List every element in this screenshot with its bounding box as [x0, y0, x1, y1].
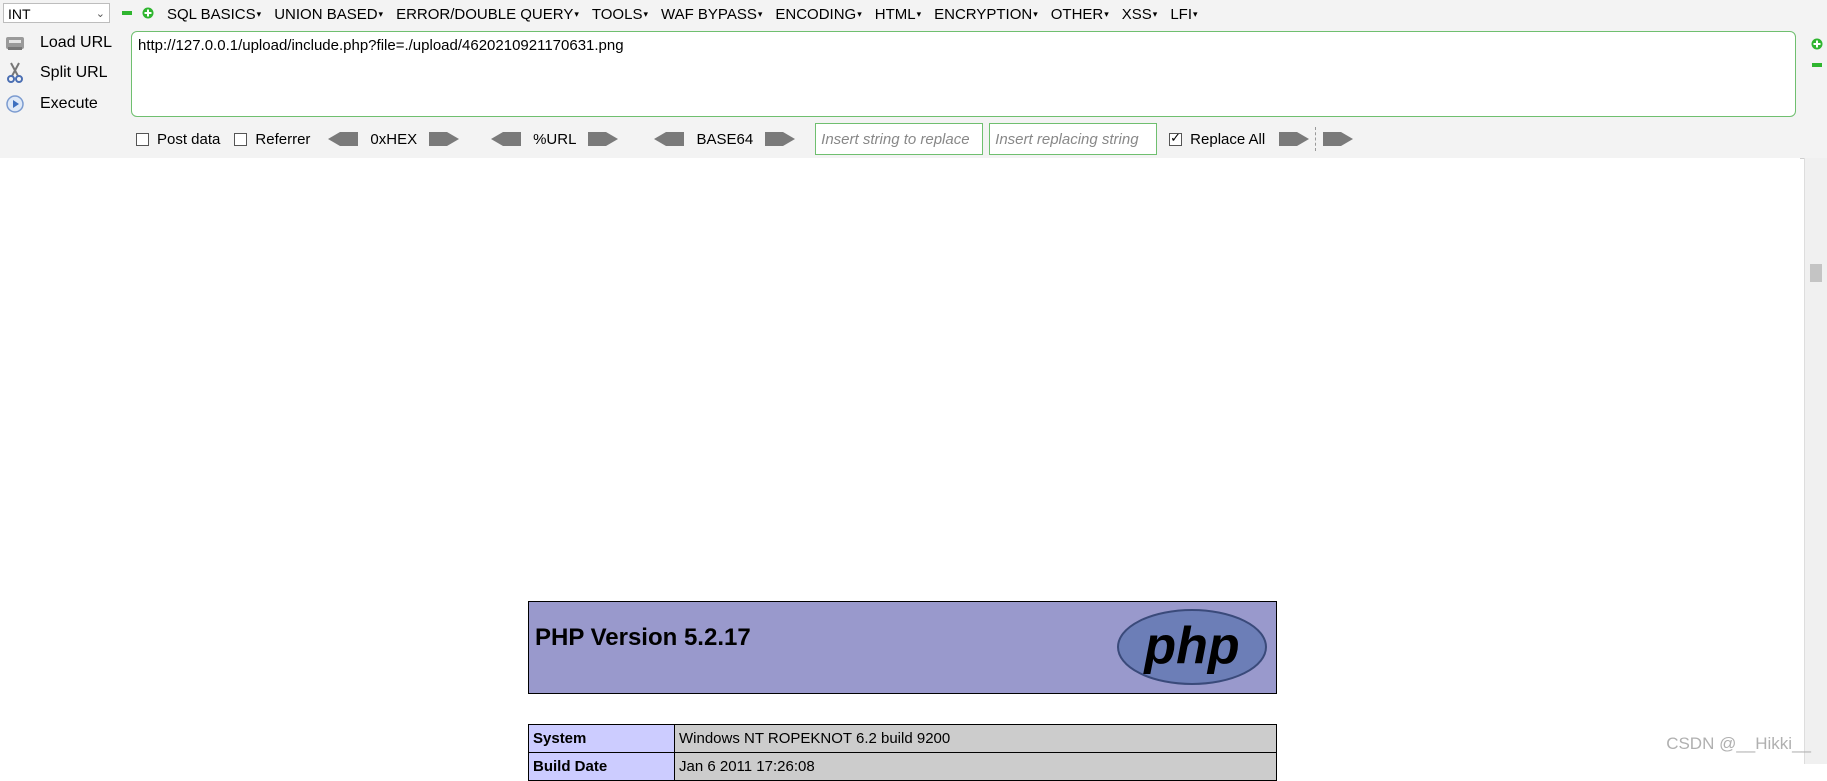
dropdown-arrow-icon: ▾ — [256, 8, 262, 19]
menu-label: ERROR/DOUBLE QUERY — [396, 5, 574, 23]
menu-encryption[interactable]: ENCRYPTION▾ — [934, 6, 1038, 23]
replace-all-checkbox[interactable]: Replace All — [1169, 130, 1266, 148]
table-row: System Windows NT ROPEKNOT 6.2 build 920… — [528, 724, 1277, 753]
hex-encode-arrow-icon[interactable] — [429, 131, 460, 147]
scrollbar-thumb[interactable] — [1810, 264, 1822, 282]
php-logo-text: php — [1142, 617, 1239, 675]
collapse-minus-icon[interactable] — [1811, 59, 1823, 71]
execute-icon — [4, 93, 26, 115]
post-data-label: Post data — [157, 130, 221, 148]
menu-lfi[interactable]: LFI▾ — [1170, 6, 1197, 23]
expand-plus-icon[interactable] — [1811, 38, 1823, 50]
dropdown-arrow-icon: ▾ — [574, 8, 579, 19]
scissors-icon — [4, 62, 26, 84]
replace-next-arrow-icon[interactable] — [1323, 131, 1354, 147]
menu-other[interactable]: OTHER▾ — [1051, 6, 1109, 23]
load-url-button[interactable]: Load URL — [4, 30, 129, 56]
table-value-build-date: Jan 6 2011 17:26:08 — [674, 752, 1277, 781]
menu-sql-basics[interactable]: SQL BASICS▾ — [167, 6, 261, 23]
menu-xss[interactable]: XSS▾ — [1122, 6, 1158, 23]
minus-icon[interactable] — [121, 7, 133, 19]
execute-button[interactable]: Execute — [4, 91, 129, 117]
php-version-title: PHP Version 5.2.17 — [535, 624, 751, 651]
menu-encoding[interactable]: ENCODING▾ — [775, 6, 861, 23]
watermark: CSDN @__Hikki__ — [1666, 734, 1811, 753]
load-url-icon — [4, 32, 26, 54]
dropdown-arrow-icon: ▾ — [1104, 8, 1109, 19]
hex-encoder: 0xHEX — [328, 130, 460, 148]
replace-find-placeholder: Insert string to replace — [821, 130, 970, 148]
menu-label: ENCRYPTION — [934, 5, 1033, 23]
injection-type-select[interactable]: INT ⌄ — [3, 3, 110, 23]
dropdown-arrow-icon: ▾ — [1193, 8, 1198, 19]
options-bar: Post data Referrer 0xHEX %URL BASE64 Ins… — [0, 122, 1827, 156]
menu-label: SQL BASICS — [167, 5, 256, 23]
url-encoder: %URL — [491, 130, 619, 148]
hackbar-toolbar: INT ⌄ SQL BASICS▾ UNION BASED▾ ERROR/DOU… — [0, 0, 1827, 159]
menu-waf-bypass[interactable]: WAF BYPASS▾ — [661, 6, 762, 23]
php-logo: php — [1117, 609, 1267, 685]
menu-list: SQL BASICS▾ UNION BASED▾ ERROR/DOUBLE QU… — [167, 0, 1211, 28]
base64-encoder: BASE64 — [654, 130, 796, 148]
divider — [1315, 127, 1317, 151]
base64-encode-arrow-icon[interactable] — [765, 131, 796, 147]
replace-arrow-icon[interactable] — [1279, 131, 1310, 147]
hex-decode-arrow-icon[interactable] — [328, 131, 359, 147]
menu-label: ENCODING — [775, 5, 857, 23]
execute-label: Execute — [40, 95, 98, 112]
split-url-button[interactable]: Split URL — [4, 60, 129, 86]
menu-tools[interactable]: TOOLS▾ — [592, 6, 648, 23]
table-label-build-date: Build Date — [528, 752, 675, 781]
referrer-checkbox[interactable]: Referrer — [234, 131, 310, 148]
url-decode-arrow-icon[interactable] — [491, 131, 522, 147]
plus-icon[interactable] — [142, 7, 154, 19]
menu-union-based[interactable]: UNION BASED▾ — [274, 6, 383, 23]
checkbox-box — [136, 132, 149, 146]
menu-bar: INT ⌄ SQL BASICS▾ UNION BASED▾ ERROR/DOU… — [0, 0, 1827, 28]
post-data-checkbox[interactable]: Post data — [136, 131, 220, 148]
url-enc-label: %URL — [533, 130, 577, 148]
url-textarea[interactable]: http://127.0.0.1/upload/include.php?file… — [131, 31, 1796, 117]
chevron-down-icon: ⌄ — [95, 8, 105, 20]
url-text: http://127.0.0.1/upload/include.php?file… — [138, 37, 624, 54]
dropdown-arrow-icon: ▾ — [916, 8, 922, 19]
menu-label: TOOLS — [591, 5, 643, 23]
split-url-label: Split URL — [40, 64, 108, 81]
checkbox-box-checked — [1169, 130, 1183, 146]
base64-label: BASE64 — [696, 130, 754, 148]
menu-label: LFI — [1170, 5, 1192, 23]
dropdown-arrow-icon: ▾ — [643, 8, 648, 19]
load-url-label: Load URL — [40, 34, 113, 51]
menu-label: XSS — [1121, 5, 1152, 23]
table-row: Build Date Jan 6 2011 17:26:08 — [528, 752, 1277, 781]
table-label-system: System — [528, 724, 675, 753]
checkbox-box — [234, 132, 248, 146]
page-scrollbar[interactable] — [1804, 158, 1827, 764]
menu-label: WAF BYPASS — [660, 5, 757, 23]
base64-decode-arrow-icon[interactable] — [654, 131, 685, 147]
hex-label: 0xHEX — [370, 130, 418, 148]
phpinfo-header: PHP Version 5.2.17 php — [528, 601, 1277, 694]
referrer-label: Referrer — [255, 130, 311, 148]
replace-find-input[interactable]: Insert string to replace — [815, 123, 984, 155]
menu-label: HTML — [874, 5, 916, 23]
menu-html[interactable]: HTML▾ — [875, 6, 921, 23]
replace-all-label: Replace All — [1190, 130, 1266, 148]
dropdown-arrow-icon: ▾ — [757, 8, 763, 19]
phpinfo-table: System Windows NT ROPEKNOT 6.2 build 920… — [528, 724, 1277, 781]
dropdown-arrow-icon: ▾ — [1152, 8, 1158, 19]
url-encode-arrow-icon[interactable] — [588, 131, 619, 147]
table-value-system: Windows NT ROPEKNOT 6.2 build 9200 — [674, 724, 1277, 753]
menu-error-double-query[interactable]: ERROR/DOUBLE QUERY▾ — [396, 6, 579, 23]
menu-label: UNION BASED — [274, 5, 378, 23]
injection-type-value: INT — [8, 6, 31, 22]
replace-with-input[interactable]: Insert replacing string — [989, 123, 1158, 155]
dropdown-arrow-icon: ▾ — [857, 8, 862, 19]
dropdown-arrow-icon: ▾ — [1033, 8, 1038, 19]
replace-with-placeholder: Insert replacing string — [995, 130, 1139, 148]
dropdown-arrow-icon: ▾ — [378, 8, 384, 19]
menu-label: OTHER — [1050, 5, 1104, 23]
url-side-controls — [1805, 28, 1827, 158]
